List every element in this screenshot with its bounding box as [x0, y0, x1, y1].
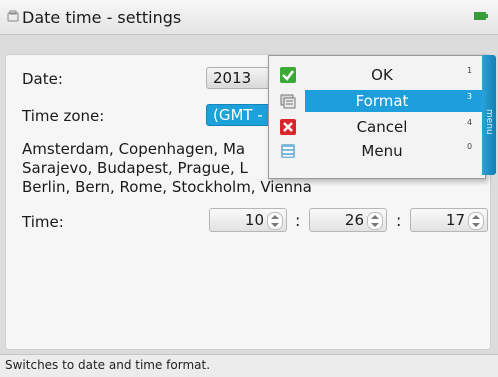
- window-title: Date time - settings: [22, 8, 182, 27]
- time-label: Time:: [22, 213, 64, 231]
- menu-side-tab[interactable]: menu: [482, 55, 496, 175]
- timezone-cities-line-2: Sarajevo, Budapest, Prague, L: [22, 159, 248, 177]
- timezone-field[interactable]: (GMT -: [206, 104, 272, 126]
- seconds-value: 17: [445, 211, 465, 229]
- timezone-value: (GMT -: [213, 106, 263, 124]
- menu-side-tab-label: menu: [484, 109, 494, 135]
- cancel-x-icon: [280, 119, 296, 135]
- menu-item-label: Cancel: [356, 118, 408, 136]
- spin-arrows-icon[interactable]: [468, 212, 484, 230]
- settings-app-icon: [7, 10, 19, 22]
- menu-item-shortcut: 1: [467, 66, 473, 75]
- menu-item-format[interactable]: Format 3: [269, 90, 483, 112]
- status-text: Switches to date and time format.: [5, 358, 211, 372]
- timezone-cities-line-3: Berlin, Bern, Rome, Stockholm, Vienna: [22, 178, 312, 196]
- menu-icon: [281, 144, 295, 158]
- menu-item-shortcut: 3: [467, 92, 473, 101]
- menu-item-shortcut: 0: [467, 142, 473, 151]
- minutes-spinner[interactable]: 26: [309, 208, 387, 232]
- time-separator: :: [396, 211, 402, 230]
- spin-arrows-icon[interactable]: [267, 212, 283, 230]
- timezone-cities-line-1: Amsterdam, Copenhagen, Ma: [22, 140, 246, 158]
- status-bar: Switches to date and time format.: [0, 354, 498, 377]
- menu-item-shortcut: 4: [467, 118, 473, 127]
- time-separator: :: [295, 211, 301, 230]
- seconds-spinner[interactable]: 17: [410, 208, 488, 232]
- menu-item-ok[interactable]: OK 1: [269, 64, 483, 86]
- timezone-label: Time zone:: [22, 107, 105, 125]
- hours-value: 10: [244, 211, 264, 229]
- minutes-value: 26: [344, 211, 364, 229]
- format-icon: [280, 94, 296, 109]
- date-label: Date:: [22, 70, 63, 88]
- menu-item-cancel[interactable]: Cancel 4: [269, 116, 483, 138]
- menu-item-menu[interactable]: Menu 0: [269, 140, 483, 162]
- menu-item-label: Format: [355, 92, 409, 110]
- spin-arrows-icon[interactable]: [367, 212, 383, 230]
- battery-icon: [474, 12, 488, 20]
- hours-spinner[interactable]: 10: [209, 208, 287, 232]
- menu-item-label: OK: [371, 66, 393, 84]
- ok-check-icon: [280, 67, 296, 83]
- date-value: 2013: [213, 69, 252, 87]
- menu-item-label: Menu: [361, 142, 403, 160]
- title-bar: Date time - settings: [0, 0, 498, 35]
- date-field[interactable]: 2013: [206, 67, 272, 89]
- context-menu: OK 1 Format 3 Cancel 4 Menu 0: [268, 55, 486, 179]
